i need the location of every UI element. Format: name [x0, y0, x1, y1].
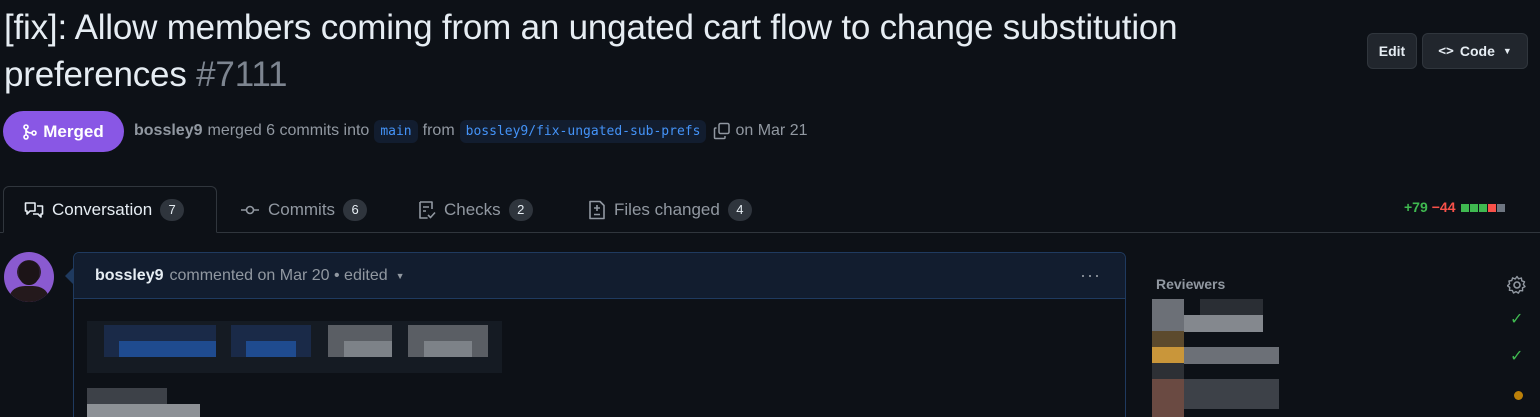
from-text: from [422, 122, 455, 139]
additions-count: +79 [1404, 199, 1428, 215]
tab-checks[interactable]: Checks 2 [398, 186, 553, 233]
comment-box: bossley9 commented on Mar 20 • edited ▼ … [73, 252, 1126, 417]
tab-label: Files changed [614, 199, 720, 219]
redacted-content [424, 341, 472, 357]
redacted-content [246, 341, 296, 357]
tab-files-changed[interactable]: Files changed 4 [568, 186, 772, 233]
redacted-name [1200, 299, 1263, 315]
merge-action-text: merged 6 commits into [207, 122, 370, 139]
diffstat-square [1469, 204, 1478, 212]
kebab-menu-icon[interactable]: ··· [1080, 265, 1101, 286]
checklist-icon [419, 200, 436, 219]
reviewer-row[interactable] [1152, 299, 1263, 332]
redacted-name [1184, 347, 1279, 364]
code-icon: <> [1438, 43, 1454, 59]
redacted-avatar [1152, 363, 1184, 379]
base-branch[interactable]: main [374, 119, 418, 143]
git-commit-icon [241, 205, 259, 214]
redacted-avatar [1152, 347, 1184, 364]
tab-counter: 6 [343, 198, 368, 221]
diffstat-bar [1460, 199, 1505, 215]
redacted-avatar [1152, 331, 1184, 347]
redacted-avatar [1152, 299, 1184, 332]
edit-button-label: Edit [1378, 43, 1406, 59]
pr-title-text: [fix]: Allow members coming from an unga… [4, 8, 1178, 94]
redacted-avatar [1152, 379, 1184, 417]
avatar-body [10, 286, 48, 302]
avatar[interactable] [4, 252, 54, 302]
pending-review-icon [1514, 391, 1523, 400]
diffstat-square [1460, 204, 1469, 212]
tab-counter: 7 [160, 198, 185, 221]
pr-meta: bossley9 merged 6 commits into main from… [134, 119, 808, 143]
tab-counter: 2 [508, 198, 533, 221]
author-link[interactable]: bossley9 [134, 122, 202, 140]
tab-label: Checks [444, 199, 501, 219]
approved-check-icon: ✓ [1510, 348, 1524, 365]
avatar-face [19, 261, 39, 285]
tab-counter: 4 [727, 198, 752, 221]
edit-button[interactable]: Edit [1367, 33, 1417, 69]
diffstat: +79 −44 [1404, 199, 1505, 215]
code-button[interactable]: <> Code ▼ [1422, 33, 1528, 69]
head-branch[interactable]: bossley9/fix-ungated-sub-prefs [459, 119, 707, 143]
comment-header: bossley9 commented on Mar 20 • edited ▼ … [74, 253, 1125, 299]
redacted-content [87, 404, 200, 417]
chevron-down-icon[interactable]: ▼ [396, 271, 405, 281]
diffstat-square [1478, 204, 1487, 212]
redacted-content [119, 341, 216, 357]
tab-label: Conversation [52, 199, 153, 219]
tab-conversation[interactable]: Conversation 7 [3, 186, 217, 233]
reviewer-row[interactable] [1152, 331, 1279, 364]
deletions-count: −44 [1431, 199, 1456, 215]
redacted-name [1184, 315, 1263, 332]
pr-title: [fix]: Allow members coming from an unga… [4, 4, 1344, 98]
status-badge-label: Merged [43, 121, 104, 141]
file-diff-icon [589, 200, 605, 219]
reviewers-label: Reviewers [1156, 276, 1226, 292]
git-merge-icon [23, 123, 38, 140]
redacted-content [344, 341, 392, 357]
redacted-name [1184, 379, 1279, 409]
comment-author[interactable]: bossley9 [95, 267, 163, 285]
redacted-content [87, 388, 167, 404]
tab-label: Commits [268, 199, 336, 219]
reviewer-row[interactable] [1152, 363, 1279, 417]
gear-icon[interactable] [1507, 275, 1527, 295]
status-badge: Merged [3, 111, 124, 152]
comment-pointer [65, 268, 73, 284]
approved-check-icon: ✓ [1510, 311, 1524, 328]
tab-commits[interactable]: Commits 6 [220, 186, 387, 233]
chevron-down-icon: ▼ [1502, 46, 1512, 56]
pr-number: #7111 [196, 55, 288, 94]
diffstat-square [1496, 204, 1505, 212]
copy-icon[interactable] [713, 122, 731, 140]
diffstat-square [1487, 204, 1496, 212]
code-button-label: Code [1459, 43, 1495, 59]
comment-meta[interactable]: commented on Mar 20 • edited [169, 267, 387, 285]
merge-date: on Mar 21 [735, 122, 808, 139]
comment-discussion-icon [24, 201, 44, 218]
